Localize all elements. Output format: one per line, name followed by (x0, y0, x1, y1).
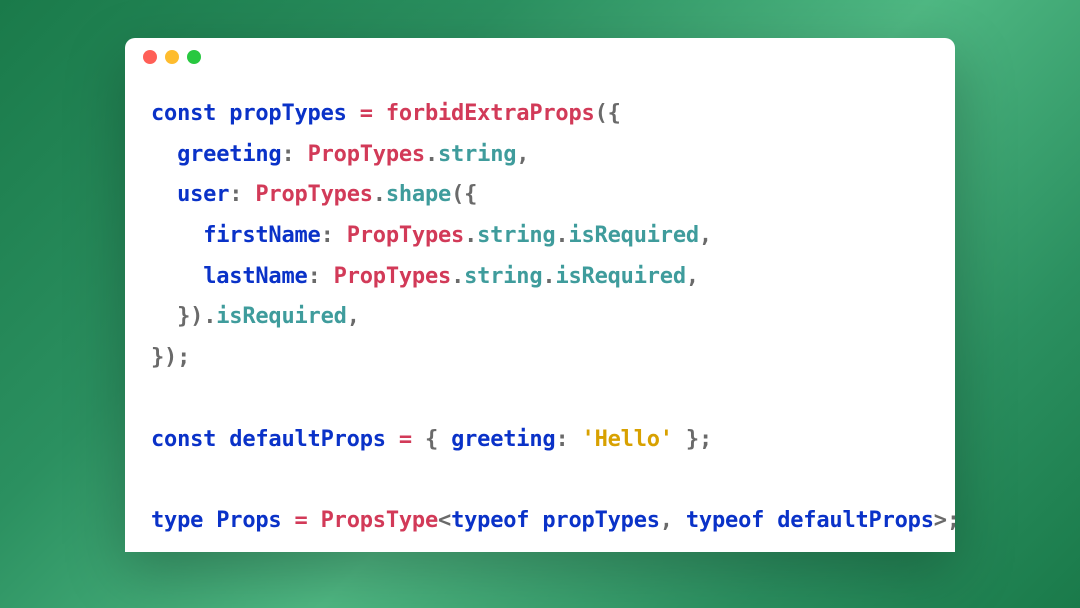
punct: { (425, 427, 451, 452)
punct: , (686, 264, 699, 289)
punct: . (542, 264, 555, 289)
indent (151, 182, 177, 207)
window-titlebar (125, 38, 955, 76)
punct: ({ (451, 182, 477, 207)
cls-PropTypes: PropTypes (308, 142, 425, 167)
punct: : (308, 264, 334, 289)
punct: . (555, 223, 568, 248)
keyword-typeof: typeof (451, 508, 529, 533)
member-string: string (438, 142, 516, 167)
punct: . (464, 223, 477, 248)
punct: . (373, 182, 386, 207)
operator-eq: = (386, 427, 425, 452)
member-isRequired: isRequired (568, 223, 698, 248)
key-lastName: lastName (203, 264, 307, 289)
indent (151, 264, 203, 289)
punct: }) (151, 345, 177, 370)
punct: < (438, 508, 451, 533)
punct: . (203, 304, 216, 329)
string-hello: 'Hello' (582, 427, 673, 452)
punct: ; (947, 508, 955, 533)
ident-propTypes: propTypes (542, 508, 659, 533)
cls-PropTypes: PropTypes (347, 223, 464, 248)
minimize-icon[interactable] (165, 50, 179, 64)
cls-PropTypes: PropTypes (334, 264, 451, 289)
punct: ({ (595, 101, 621, 126)
cls-PropsType: PropsType (321, 508, 438, 533)
member-isRequired: isRequired (555, 264, 685, 289)
punct: ; (699, 427, 712, 452)
punct: , (516, 142, 529, 167)
indent (151, 142, 177, 167)
punct: , (699, 223, 712, 248)
punct: }) (177, 304, 203, 329)
operator-eq: = (347, 101, 386, 126)
punct: : (321, 223, 347, 248)
punct: : (229, 182, 255, 207)
key-user: user (177, 182, 229, 207)
punct: , (660, 508, 686, 533)
indent (151, 223, 203, 248)
punct: , (347, 304, 360, 329)
punct: : (281, 142, 307, 167)
key-greeting: greeting (177, 142, 281, 167)
ident-defaultProps: defaultProps (777, 508, 934, 533)
member-string: string (464, 264, 542, 289)
maximize-icon[interactable] (187, 50, 201, 64)
keyword-const: const (151, 427, 216, 452)
code-window: const propTypes = forbidExtraProps({ gre… (125, 38, 955, 552)
key-greeting: greeting (451, 427, 555, 452)
ident-propTypes: propTypes (229, 101, 346, 126)
punct: : (555, 427, 581, 452)
close-icon[interactable] (143, 50, 157, 64)
punct: } (673, 427, 699, 452)
ident-Props: Props (216, 508, 281, 533)
keyword-typeof: typeof (686, 508, 764, 533)
key-firstName: firstName (203, 223, 320, 248)
keyword-const: const (151, 101, 216, 126)
indent (151, 304, 177, 329)
cls-PropTypes: PropTypes (255, 182, 372, 207)
keyword-type: type (151, 508, 203, 533)
punct: > (934, 508, 947, 533)
punct: . (451, 264, 464, 289)
operator-eq: = (281, 508, 320, 533)
fn-forbidExtraProps: forbidExtraProps (386, 101, 595, 126)
punct: ; (177, 345, 190, 370)
punct: . (425, 142, 438, 167)
member-shape: shape (386, 182, 451, 207)
code-block: const propTypes = forbidExtraProps({ gre… (125, 76, 955, 552)
member-isRequired: isRequired (216, 304, 346, 329)
ident-defaultProps: defaultProps (229, 427, 386, 452)
member-string: string (477, 223, 555, 248)
